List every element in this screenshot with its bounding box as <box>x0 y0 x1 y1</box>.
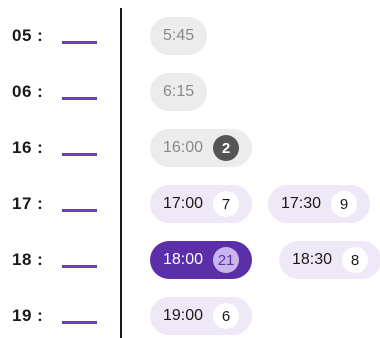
time-slot-timeline: 05 : 5:45 06 : 6:15 16 : 16:00 2 17 : 17… <box>0 0 380 338</box>
hour-underline <box>62 321 97 324</box>
slot-count-badge: 7 <box>213 191 240 217</box>
slot-time: 16:00 <box>163 139 204 156</box>
hour-label: 05 : <box>12 26 44 45</box>
slot-count-badge: 6 <box>213 303 240 329</box>
hour-row-06: 06 : 6:15 <box>0 70 380 114</box>
slot-count-badge: 21 <box>213 247 240 273</box>
slot-time: 18:00 <box>163 251 204 268</box>
hour-underline <box>62 97 97 100</box>
slot-count-badge: 8 <box>342 247 369 273</box>
hour-underline <box>62 153 97 156</box>
time-slot-1830[interactable]: 18:30 8 <box>279 241 380 279</box>
time-slot-1600: 16:00 2 <box>150 129 253 167</box>
hour-underline <box>62 41 97 44</box>
hour-row-05: 05 : 5:45 <box>0 14 380 58</box>
hour-label: 16 : <box>12 138 44 157</box>
slot-time: 19:00 <box>163 307 204 324</box>
hour-label: 17 : <box>12 194 44 213</box>
hour-underline <box>62 265 97 268</box>
hour-label: 06 : <box>12 82 44 101</box>
time-slot-1700[interactable]: 17:00 7 <box>150 185 253 223</box>
time-slot-0545: 5:45 <box>150 17 208 55</box>
hour-label: 19 : <box>12 306 44 325</box>
slot-time: 5:45 <box>163 27 195 44</box>
hour-label: 18 : <box>12 250 44 269</box>
slot-time: 17:00 <box>163 195 204 212</box>
hour-row-16: 16 : 16:00 2 <box>0 126 380 170</box>
hour-row-17: 17 : 17:00 7 17:30 9 <box>0 182 380 226</box>
time-slot-1800[interactable]: 18:00 21 <box>150 241 253 279</box>
slot-time: 18:30 <box>292 251 333 268</box>
slot-time: 6:15 <box>163 83 195 100</box>
time-slot-1730[interactable]: 17:30 9 <box>268 185 371 223</box>
time-slot-1900[interactable]: 19:00 6 <box>150 297 253 335</box>
time-slot-0615: 6:15 <box>150 73 208 111</box>
hour-row-18: 18 : 18:00 21 18:30 8 <box>0 238 380 282</box>
slot-count-badge: 2 <box>213 135 240 161</box>
hour-row-19: 19 : 19:00 6 <box>0 294 380 338</box>
slot-time: 17:30 <box>281 195 322 212</box>
hour-underline <box>62 209 97 212</box>
slot-count-badge: 9 <box>331 191 358 217</box>
